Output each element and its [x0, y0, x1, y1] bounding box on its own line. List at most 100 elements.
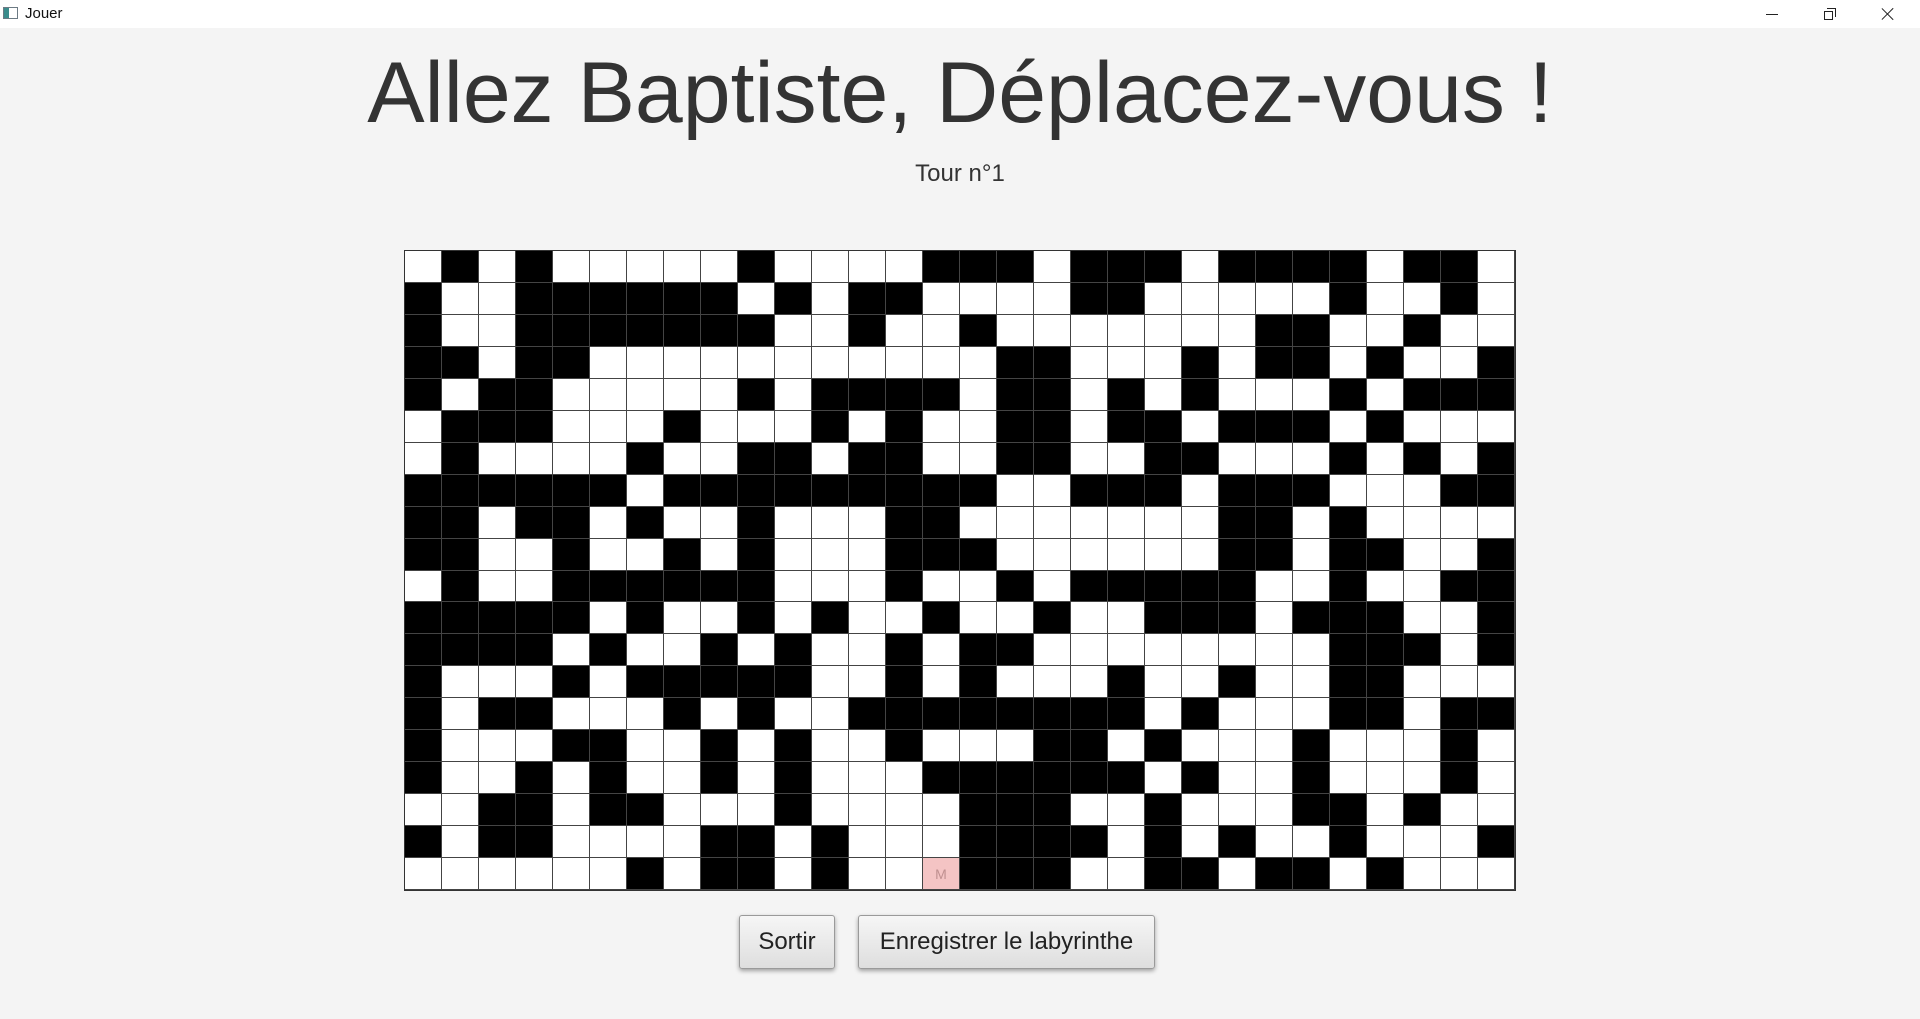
maze-free-cell[interactable] [664, 826, 701, 859]
maze-free-cell[interactable] [997, 474, 1034, 507]
maze-wall-cell[interactable] [701, 730, 738, 763]
maze-wall-cell[interactable] [479, 410, 516, 443]
maze-free-cell[interactable] [516, 570, 553, 603]
maze-wall-cell[interactable] [960, 858, 997, 890]
maze-wall-cell[interactable] [1441, 570, 1478, 603]
maze-free-cell[interactable] [1182, 506, 1219, 539]
maze-free-cell[interactable] [1478, 314, 1515, 347]
maze-wall-cell[interactable] [664, 666, 701, 699]
maze-wall-cell[interactable] [405, 634, 442, 667]
maze-wall-cell[interactable] [479, 826, 516, 859]
maze-wall-cell[interactable] [1367, 602, 1404, 635]
maze-free-cell[interactable] [1219, 858, 1256, 890]
maze-wall-cell[interactable] [1108, 410, 1145, 443]
maze-free-cell[interactable] [1256, 794, 1293, 827]
maze-wall-cell[interactable] [1367, 346, 1404, 379]
maze-free-cell[interactable] [960, 346, 997, 379]
maze-free-cell[interactable] [1034, 666, 1071, 699]
maze-free-cell[interactable] [886, 858, 923, 890]
maze-wall-cell[interactable] [1478, 442, 1515, 475]
maze-free-cell[interactable] [1182, 282, 1219, 315]
maze-free-cell[interactable] [1108, 730, 1145, 763]
maze-free-cell[interactable] [701, 378, 738, 411]
maze-wall-cell[interactable] [923, 506, 960, 539]
maze-free-cell[interactable] [1404, 826, 1441, 859]
maze-free-cell[interactable] [1367, 794, 1404, 827]
maze-wall-cell[interactable] [849, 698, 886, 731]
maze-free-cell[interactable] [1478, 282, 1515, 315]
maze-wall-cell[interactable] [442, 634, 479, 667]
maze-wall-cell[interactable] [1256, 506, 1293, 539]
maze-free-cell[interactable] [1219, 282, 1256, 315]
maze-wall-cell[interactable] [1478, 634, 1515, 667]
maze-free-cell[interactable] [1034, 474, 1071, 507]
maze-free-cell[interactable] [479, 666, 516, 699]
maze-wall-cell[interactable] [664, 282, 701, 315]
maze-wall-cell[interactable] [1330, 570, 1367, 603]
maze-free-cell[interactable] [923, 634, 960, 667]
maze-free-cell[interactable] [553, 410, 590, 443]
maze-wall-cell[interactable] [442, 474, 479, 507]
maze-free-cell[interactable] [1219, 762, 1256, 795]
maze-wall-cell[interactable] [1478, 570, 1515, 603]
maze-free-cell[interactable] [812, 538, 849, 571]
maze-free-cell[interactable] [1256, 602, 1293, 635]
maze-wall-cell[interactable] [886, 698, 923, 731]
maze-free-cell[interactable] [1034, 634, 1071, 667]
maze-free-cell[interactable] [812, 634, 849, 667]
maze-free-cell[interactable] [1478, 410, 1515, 443]
maze-free-cell[interactable] [516, 666, 553, 699]
maze-wall-cell[interactable] [997, 570, 1034, 603]
maze-free-cell[interactable] [1404, 506, 1441, 539]
maze-wall-cell[interactable] [1182, 346, 1219, 379]
maze-wall-cell[interactable] [812, 826, 849, 859]
maze-free-cell[interactable] [1367, 282, 1404, 315]
maze-free-cell[interactable] [701, 442, 738, 475]
maze-free-cell[interactable] [1293, 826, 1330, 859]
maze-free-cell[interactable] [1108, 858, 1145, 890]
maze-free-cell[interactable] [553, 794, 590, 827]
maze-wall-cell[interactable] [701, 282, 738, 315]
maze-free-cell[interactable] [627, 378, 664, 411]
maze-wall-cell[interactable] [775, 730, 812, 763]
maze-free-cell[interactable] [664, 858, 701, 890]
maze-wall-cell[interactable] [1219, 538, 1256, 571]
maze-wall-cell[interactable] [1034, 698, 1071, 731]
maze-wall-cell[interactable] [1108, 698, 1145, 731]
maze-free-cell[interactable] [812, 506, 849, 539]
maze-wall-cell[interactable] [442, 506, 479, 539]
maze-wall-cell[interactable] [1071, 282, 1108, 315]
maze-free-cell[interactable] [1219, 794, 1256, 827]
maze-wall-cell[interactable] [553, 602, 590, 635]
maze-free-cell[interactable] [923, 730, 960, 763]
maze-free-cell[interactable] [849, 666, 886, 699]
maze-free-cell[interactable] [1367, 762, 1404, 795]
maze-free-cell[interactable] [405, 570, 442, 603]
maze-free-cell[interactable] [701, 410, 738, 443]
maze-wall-cell[interactable] [1330, 794, 1367, 827]
maze-free-cell[interactable] [1145, 666, 1182, 699]
maze-free-cell[interactable] [1441, 634, 1478, 667]
maze-wall-cell[interactable] [1034, 602, 1071, 635]
maze-free-cell[interactable] [1256, 826, 1293, 859]
maze-free-cell[interactable] [627, 698, 664, 731]
maze-wall-cell[interactable] [1478, 826, 1515, 859]
maze-wall-cell[interactable] [1367, 858, 1404, 890]
maze-free-cell[interactable] [1293, 666, 1330, 699]
maze-wall-cell[interactable] [1441, 251, 1478, 283]
maze-free-cell[interactable] [479, 762, 516, 795]
maze-free-cell[interactable] [1367, 314, 1404, 347]
maze-wall-cell[interactable] [923, 251, 960, 283]
maze-wall-cell[interactable] [886, 666, 923, 699]
maze-wall-cell[interactable] [1071, 762, 1108, 795]
maze-wall-cell[interactable] [960, 826, 997, 859]
maze-free-cell[interactable] [1404, 570, 1441, 603]
maze-free-cell[interactable] [1219, 730, 1256, 763]
maze-free-cell[interactable] [775, 251, 812, 283]
maze-wall-cell[interactable] [1293, 474, 1330, 507]
maze-free-cell[interactable] [886, 826, 923, 859]
maze-free-cell[interactable] [1404, 282, 1441, 315]
maze-wall-cell[interactable] [405, 506, 442, 539]
maze-wall-cell[interactable] [405, 346, 442, 379]
maze-free-cell[interactable] [1182, 730, 1219, 763]
